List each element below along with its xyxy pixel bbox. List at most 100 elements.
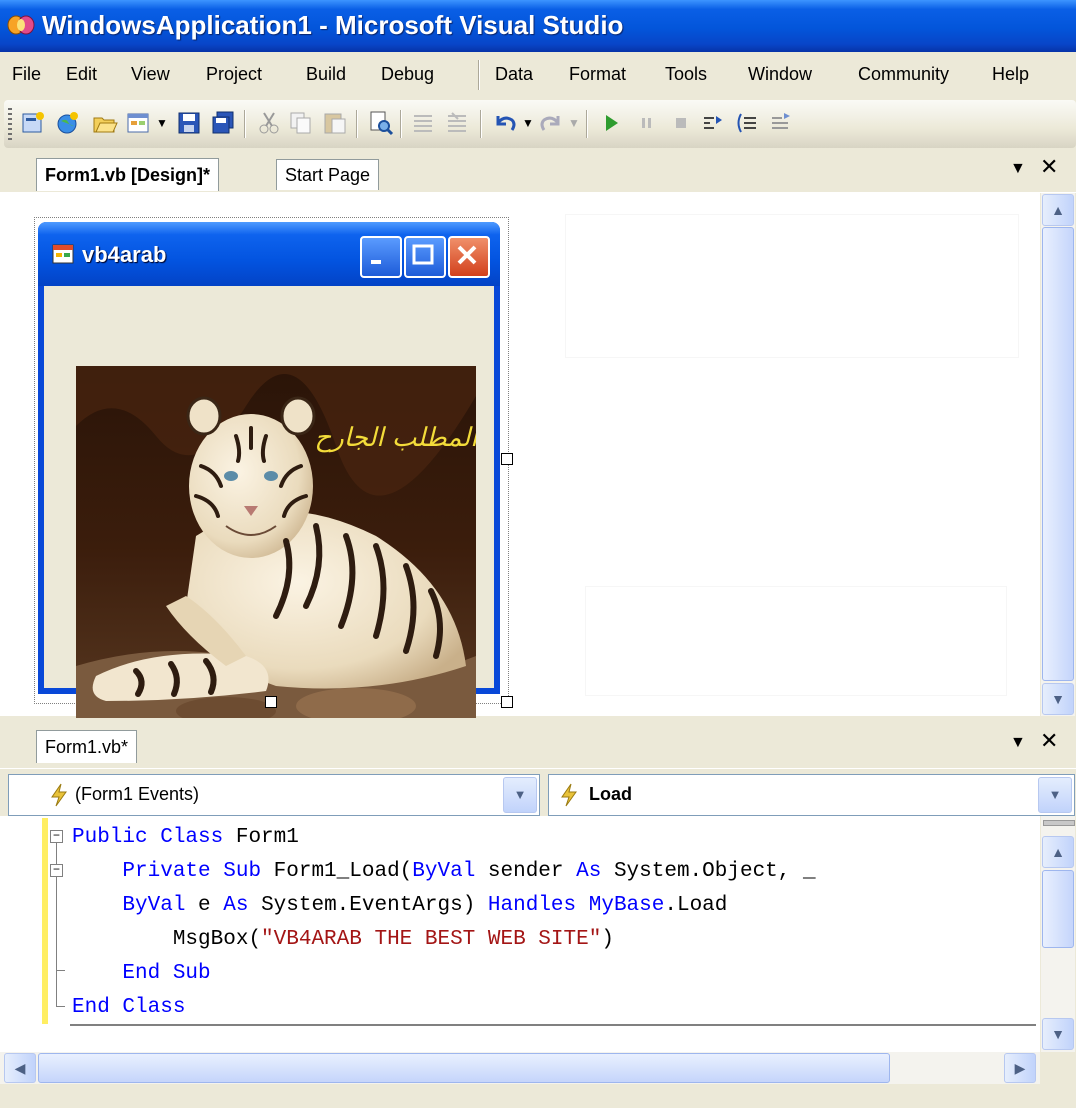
tab-form1-code[interactable]: Form1.vb*: [36, 730, 138, 763]
collapse-class-icon[interactable]: −: [50, 830, 63, 843]
resize-handle-bottom-right[interactable]: [501, 696, 513, 708]
scroll-left-button[interactable]: ◀: [4, 1053, 36, 1083]
undo-icon[interactable]: [492, 110, 518, 136]
method-name-dropdown-button[interactable]: ▼: [1038, 777, 1072, 813]
menu-help[interactable]: Help: [992, 64, 1029, 85]
toolbar-grip[interactable]: [8, 108, 12, 140]
scroll-up-button[interactable]: ▲: [1042, 836, 1074, 868]
menu-bar: File Edit View Project Build Debug Data …: [0, 52, 1076, 98]
scroll-up-button[interactable]: ▲: [1042, 194, 1074, 226]
redo-icon[interactable]: [538, 110, 564, 136]
menu-separator: [478, 60, 480, 90]
cut-icon[interactable]: [256, 110, 282, 136]
split-handle[interactable]: [1043, 820, 1075, 826]
break-all-icon[interactable]: [634, 110, 660, 136]
copy-icon[interactable]: [288, 110, 314, 136]
code-line-2[interactable]: Private Sub Form1_Load(ByVal sender As S…: [72, 860, 815, 883]
code-token: ByVal: [412, 860, 476, 883]
method-name-combo[interactable]: Load ▼: [548, 774, 1075, 816]
form-title: vb4arab: [82, 242, 167, 267]
menu-file[interactable]: File: [12, 64, 41, 85]
menu-edit[interactable]: Edit: [66, 64, 97, 85]
menu-window[interactable]: Window: [748, 64, 812, 85]
code-string: "VB4ARAB THE BEST WEB SITE": [261, 928, 602, 951]
code-token: MyBase: [588, 894, 665, 917]
open-file-icon[interactable]: [92, 110, 118, 136]
resize-handle-bottom[interactable]: [265, 696, 277, 708]
menu-project[interactable]: Project: [206, 64, 262, 85]
scroll-thumb[interactable]: [38, 1053, 890, 1083]
code-token: Private Sub: [122, 860, 262, 883]
tab-start-page[interactable]: Start Page: [276, 159, 380, 190]
editor-vertical-scrollbar[interactable]: ▲ ▼: [1041, 816, 1075, 1052]
redo-dropdown-arrow[interactable]: ▼: [568, 116, 580, 130]
tab-form1-design[interactable]: Form1.vb [Design]*: [36, 158, 220, 191]
menu-tools[interactable]: Tools: [665, 64, 707, 85]
outline-tick: [57, 1006, 65, 1007]
code-line-1[interactable]: Public Class Form1: [72, 826, 299, 849]
code-token: ByVal: [122, 894, 186, 917]
add-item-dropdown-arrow[interactable]: ▼: [156, 116, 168, 130]
save-icon[interactable]: [176, 110, 202, 136]
menu-view[interactable]: View: [131, 64, 170, 85]
collapse-sub-icon[interactable]: −: [50, 864, 63, 877]
form-window[interactable]: vb4arab المطلب الجارح: [38, 222, 500, 729]
editor-horizontal-scrollbar[interactable]: ◀ ▶: [0, 1052, 1040, 1084]
undo-dropdown-arrow[interactable]: ▼: [522, 116, 534, 130]
stop-debugging-icon[interactable]: [668, 110, 694, 136]
minimize-button[interactable]: [360, 236, 402, 278]
step-over-icon[interactable]: [734, 110, 760, 136]
find-icon[interactable]: [368, 110, 394, 136]
window-title: WindowsApplication1 - Microsoft Visual S…: [42, 10, 624, 40]
menu-build[interactable]: Build: [306, 64, 346, 85]
save-all-icon[interactable]: [210, 110, 236, 136]
class-name-dropdown-button[interactable]: ▼: [503, 777, 537, 813]
scroll-down-button[interactable]: ▼: [1042, 1018, 1074, 1050]
code-line-5[interactable]: End Sub: [72, 962, 210, 985]
form-client-area[interactable]: المطلب الجارح: [44, 286, 494, 729]
active-files-dropdown-icon[interactable]: ▼: [1010, 160, 1026, 178]
code-line-4[interactable]: MsgBox("VB4ARAB THE BEST WEB SITE"): [72, 928, 614, 951]
menu-data[interactable]: Data: [495, 64, 533, 85]
comment-icon[interactable]: [410, 110, 436, 136]
designer-vertical-scrollbar[interactable]: ▲ ▼: [1041, 193, 1075, 716]
scroll-thumb[interactable]: [1042, 870, 1074, 948]
tiger-picturebox[interactable]: المطلب الجارح: [76, 366, 476, 729]
step-out-icon[interactable]: [768, 110, 794, 136]
menu-format[interactable]: Format: [569, 64, 626, 85]
menu-debug[interactable]: Debug: [381, 64, 434, 85]
uncomment-icon[interactable]: [444, 110, 470, 136]
navigation-bar: (Form1 Events) ▼ Load ▼: [0, 770, 1076, 816]
code-line-6[interactable]: End Class: [72, 996, 185, 1019]
toolbar-separator: [400, 110, 402, 138]
resize-handle-right[interactable]: [501, 453, 513, 465]
close-button[interactable]: [448, 236, 490, 278]
code-token: As: [576, 860, 602, 883]
new-project-icon[interactable]: [20, 110, 46, 136]
title-bar[interactable]: WindowsApplication1 - Microsoft Visual S…: [0, 0, 1076, 52]
step-into-icon[interactable]: [700, 110, 726, 136]
scroll-thumb[interactable]: [1042, 227, 1074, 681]
menu-community[interactable]: Community: [858, 64, 949, 85]
scroll-down-button[interactable]: ▼: [1042, 683, 1074, 715]
visual-studio-icon: [7, 15, 35, 35]
code-token: ): [601, 928, 614, 951]
add-web-site-icon[interactable]: [54, 110, 80, 136]
code-line-3[interactable]: ByVal e As System.EventArgs) Handles MyB…: [72, 894, 727, 917]
add-item-icon[interactable]: [126, 110, 152, 136]
close-document-icon[interactable]: ✕: [1040, 154, 1058, 180]
close-document-icon[interactable]: ✕: [1040, 728, 1058, 754]
scroll-right-button[interactable]: ▶: [1004, 1053, 1036, 1083]
class-name-combo[interactable]: (Form1 Events) ▼: [8, 774, 540, 816]
paste-icon[interactable]: [322, 110, 348, 136]
start-debugging-icon[interactable]: [598, 110, 624, 136]
active-files-dropdown-icon[interactable]: ▼: [1010, 734, 1026, 752]
maximize-button[interactable]: [404, 236, 446, 278]
code-token: End Class: [72, 996, 186, 1019]
end-of-class-separator: [70, 1024, 1036, 1026]
